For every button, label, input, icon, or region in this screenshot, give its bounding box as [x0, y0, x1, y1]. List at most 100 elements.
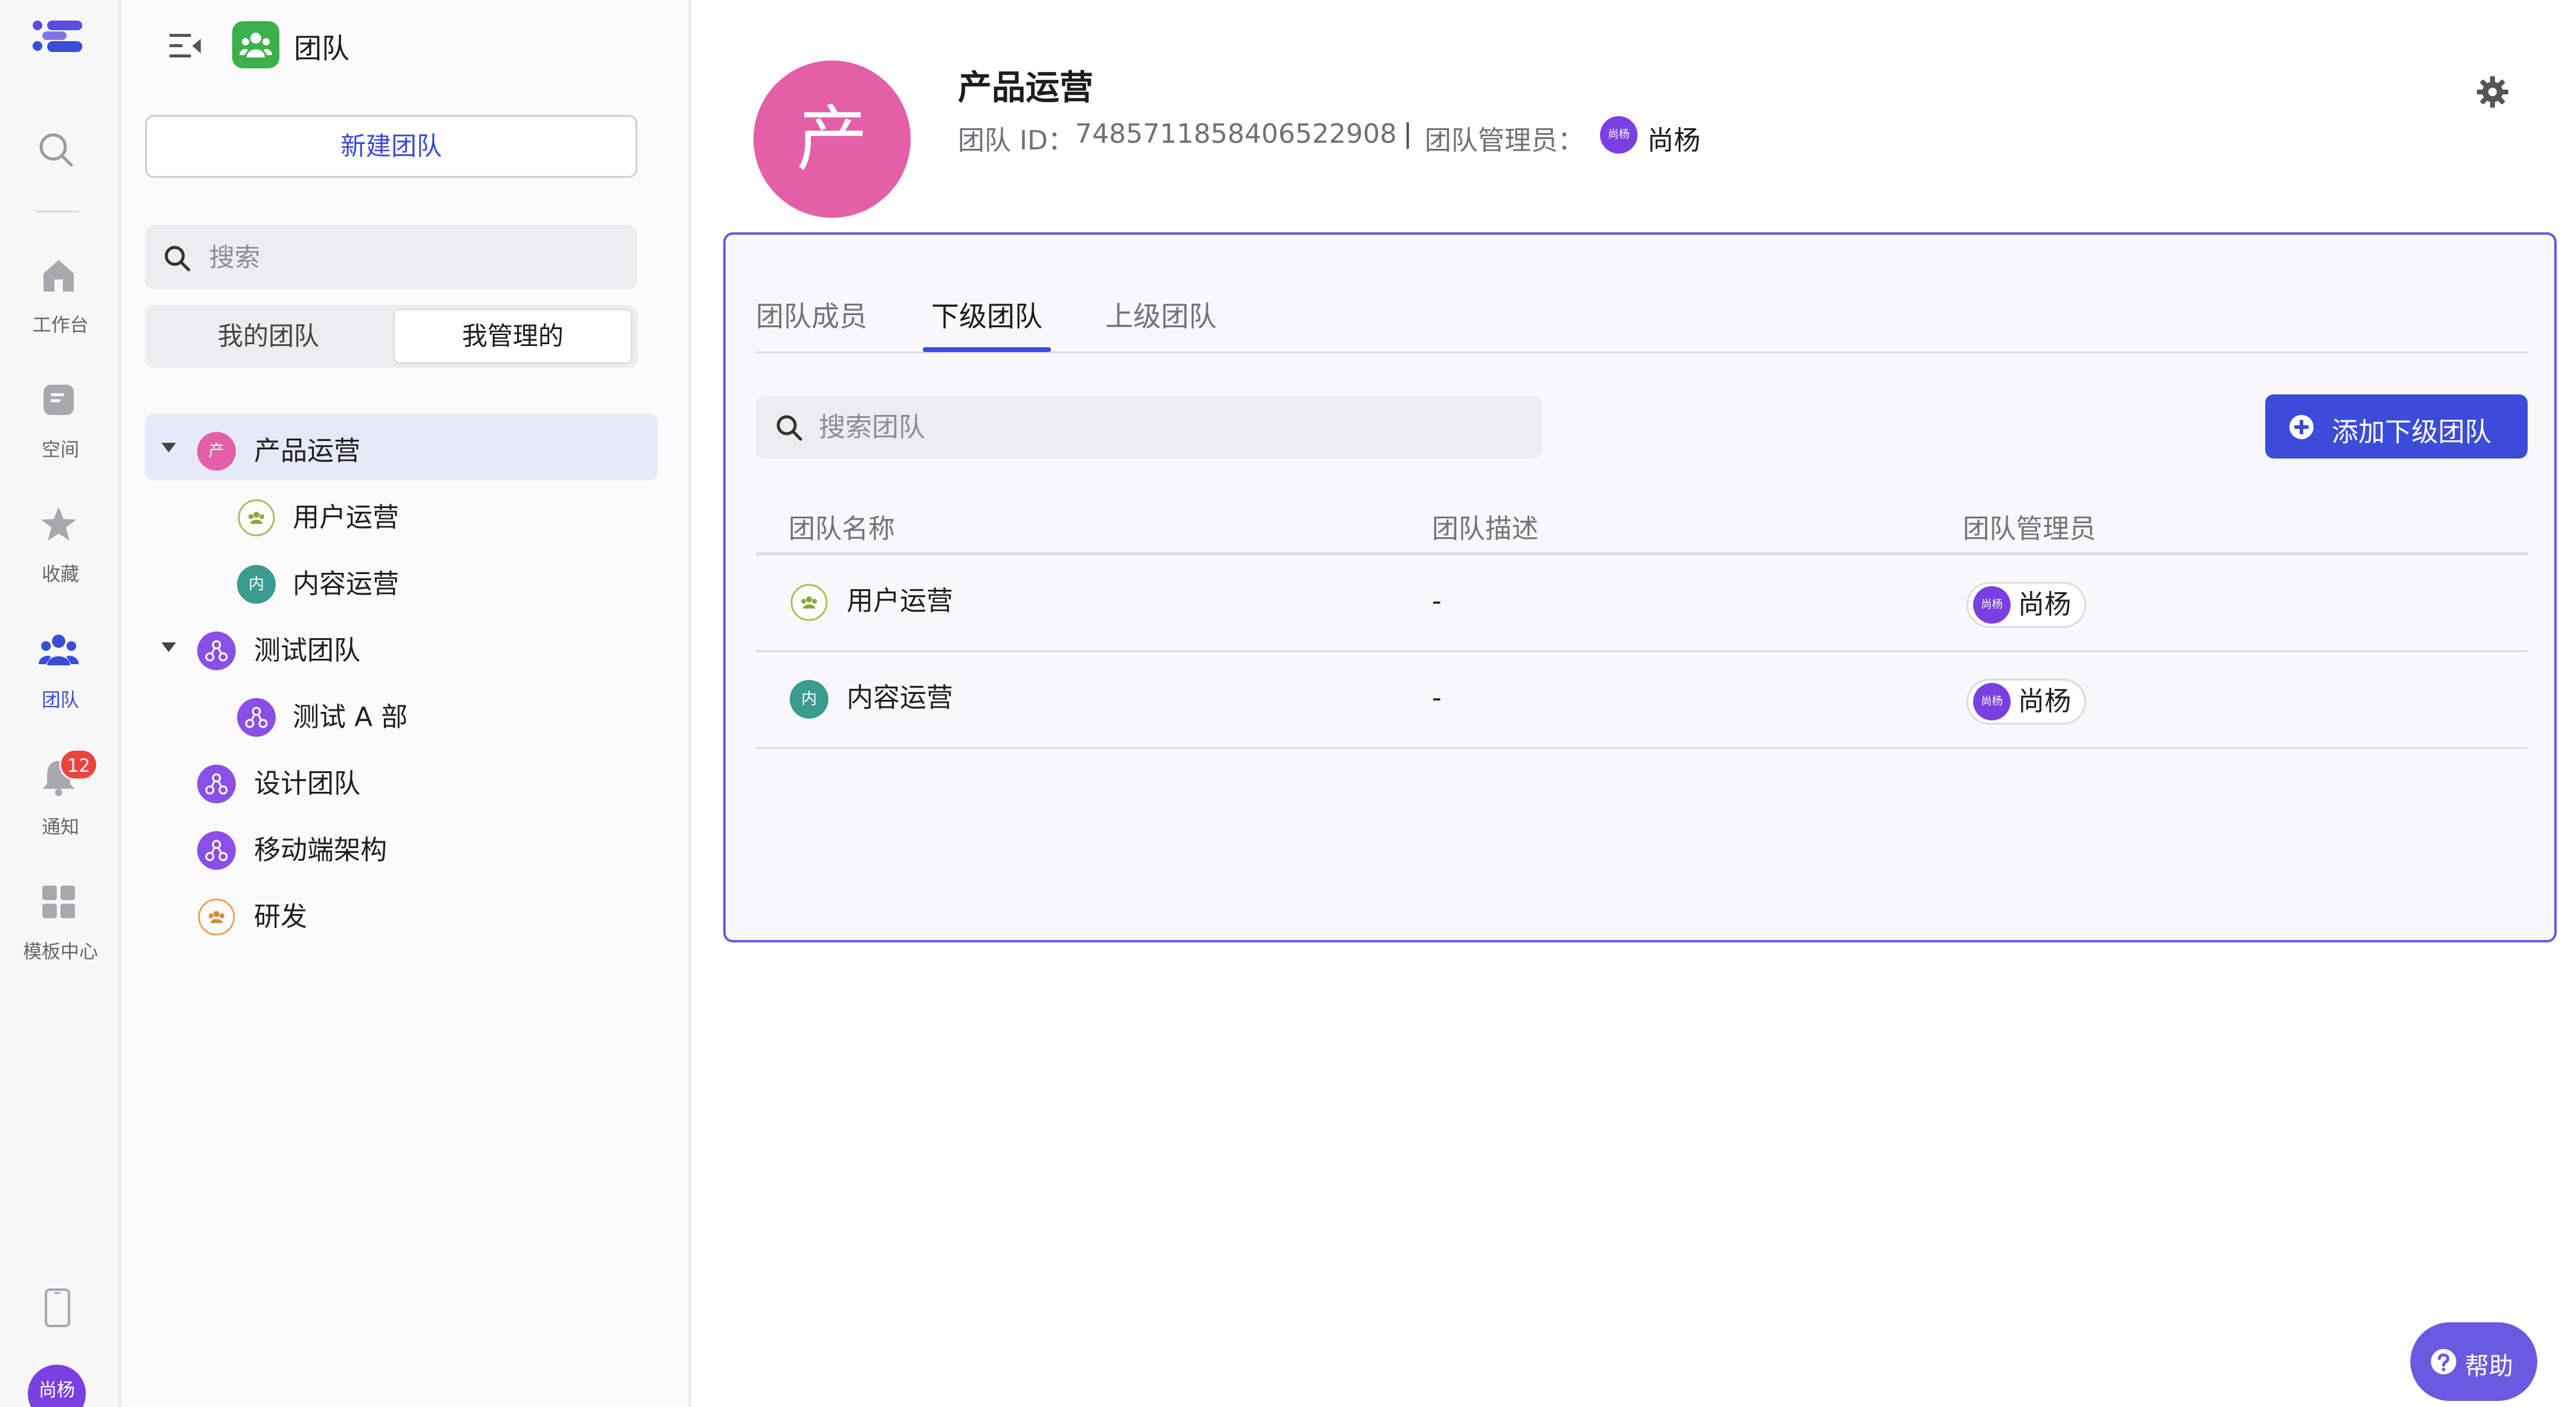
help-button[interactable]: 帮助	[2410, 1322, 2537, 1401]
org-icon	[197, 831, 236, 870]
panel-title: 团队	[294, 32, 350, 65]
tree-item-user-ops[interactable]: 用户运营	[145, 480, 658, 547]
rail-item-templates[interactable]: 模板中心	[0, 881, 121, 978]
rail-item-favorites[interactable]: 收藏	[0, 503, 121, 600]
team-id-label: 团队 ID：	[958, 125, 1075, 156]
team-filter-segmented: 我的团队 我管理的	[145, 305, 637, 368]
admin-avatar: 尚杨	[1600, 116, 1638, 154]
admin-avatar: 尚杨	[1973, 586, 2011, 624]
team-avatar: 内	[237, 565, 276, 604]
search-icon	[776, 415, 802, 441]
rail-item-workbench[interactable]: 工作台	[0, 254, 121, 351]
left-rail: 工作台 空间 收藏 团队 通知 12 模板中心 尚杨	[0, 0, 121, 1407]
admin-label: 团队管理员：	[1425, 125, 1584, 156]
tab-managed-teams[interactable]: 我管理的	[393, 308, 633, 364]
team-search	[145, 225, 637, 289]
team-people-icon	[198, 898, 235, 936]
team-icon	[39, 635, 79, 665]
tree-item-test-team[interactable]: 测试团队	[145, 613, 658, 680]
tab-parent-teams[interactable]: 上级团队	[1105, 295, 1217, 353]
tree-item-label: 用户运营	[293, 502, 399, 533]
help-icon	[2431, 1349, 2456, 1374]
tree-item-content-ops[interactable]: 内 内容运营	[145, 547, 658, 613]
team-name-cell[interactable]: 用户运营	[847, 582, 953, 621]
tree-item-label: 移动端架构	[254, 835, 387, 866]
rail-item-label: 工作台	[32, 315, 89, 336]
team-logo-icon	[232, 21, 279, 68]
subteam-search-input[interactable]	[819, 404, 1520, 450]
page-title: 产品运营	[958, 68, 1093, 108]
rail-item-label: 收藏	[42, 564, 79, 586]
admin-name: 尚杨	[2018, 686, 2071, 717]
team-name-cell[interactable]: 内容运营	[847, 679, 953, 717]
tab-my-teams[interactable]: 我的团队	[149, 308, 388, 364]
team-avatar: 产	[197, 432, 236, 471]
search-icon	[164, 246, 190, 272]
team-tabs: 团队成员 下级团队 上级团队	[756, 295, 2528, 353]
collapse-icon[interactable]	[168, 30, 202, 62]
space-icon	[44, 385, 74, 415]
tab-subteams[interactable]: 下级团队	[931, 295, 1042, 353]
tree-item-label: 产品运营	[254, 436, 360, 466]
team-people-icon	[790, 584, 828, 621]
tree-item-label: 设计团队	[254, 768, 360, 799]
rail-item-space[interactable]: 空间	[0, 379, 121, 475]
column-header-name[interactable]: 团队名称	[789, 507, 895, 546]
team-desc-cell: -	[1432, 682, 1442, 713]
add-subteam-label: 添加下级团队	[2332, 417, 2491, 448]
table-header: 团队名称 团队描述 团队管理员	[756, 489, 2528, 555]
tree-item-label: 测试 A 部	[293, 702, 408, 733]
subteam-search	[756, 396, 1542, 459]
rail-item-label: 空间	[42, 439, 79, 461]
rail-item-team[interactable]: 团队	[0, 629, 121, 726]
help-label: 帮助	[2465, 1353, 2513, 1380]
new-team-button[interactable]: 新建团队	[145, 115, 637, 178]
template-icon	[42, 886, 75, 918]
tree-item-rd[interactable]: 研发	[145, 880, 658, 946]
rail-item-label: 团队	[42, 690, 79, 711]
notification-badge: 12	[59, 749, 99, 780]
org-icon	[197, 765, 236, 803]
org-icon	[237, 698, 276, 737]
home-icon	[44, 260, 74, 292]
star-icon	[41, 507, 76, 541]
tree-item-label: 测试团队	[254, 635, 360, 666]
tree-item-design-team[interactable]: 设计团队	[145, 746, 658, 813]
plus-circle-icon	[2289, 415, 2314, 439]
phone-icon[interactable]	[42, 1288, 73, 1327]
team-search-input[interactable]	[209, 235, 620, 279]
gear-icon[interactable]	[2476, 75, 2509, 109]
tree-item-label: 内容运营	[293, 569, 399, 599]
team-people-icon	[238, 499, 275, 537]
admin-name: 尚杨	[2018, 589, 2071, 620]
table-row[interactable]: 用户运营 - 尚杨 尚杨	[756, 555, 2528, 652]
admin-chip[interactable]: 尚杨 尚杨	[1966, 679, 2086, 725]
team-desc-cell: -	[1432, 586, 1442, 616]
rail-item-label: 模板中心	[23, 941, 98, 963]
tree-item-product-ops[interactable]: 产 产品运营	[145, 414, 658, 480]
tree-item-mobile-arch[interactable]: 移动端架构	[145, 813, 658, 880]
meta-separator	[1407, 122, 1409, 149]
admin-name[interactable]: 尚杨	[1647, 119, 1700, 157]
admin-avatar: 尚杨	[1973, 683, 2011, 720]
tab-members[interactable]: 团队成员	[756, 295, 867, 353]
caret-down-icon[interactable]	[160, 638, 178, 656]
rail-divider	[36, 211, 79, 212]
logo-icon[interactable]	[31, 18, 85, 57]
user-avatar[interactable]: 尚杨	[28, 1365, 86, 1407]
add-subteam-button[interactable]: 添加下级团队	[2265, 394, 2528, 459]
tree-item-test-a[interactable]: 测试 A 部	[145, 680, 658, 746]
tree-item-label: 研发	[254, 901, 307, 932]
subteam-card: 团队成员 下级团队 上级团队 添加下级团队 团队名称 团队描述	[723, 232, 2557, 942]
active-tab-underline	[923, 347, 1051, 352]
caret-down-icon[interactable]	[160, 438, 178, 456]
column-header-admin[interactable]: 团队管理员	[1963, 507, 2096, 546]
search-icon[interactable]	[36, 130, 75, 169]
team-avatar: 内	[790, 680, 828, 719]
table-row[interactable]: 内 内容运营 - 尚杨 尚杨	[756, 652, 2528, 749]
admin-chip[interactable]: 尚杨 尚杨	[1966, 582, 2086, 628]
column-header-desc[interactable]: 团队描述	[1432, 507, 1538, 546]
team-id-value: 7485711858406522908	[1075, 119, 1397, 149]
org-icon	[197, 632, 236, 670]
team-header-avatar: 产	[753, 60, 911, 218]
